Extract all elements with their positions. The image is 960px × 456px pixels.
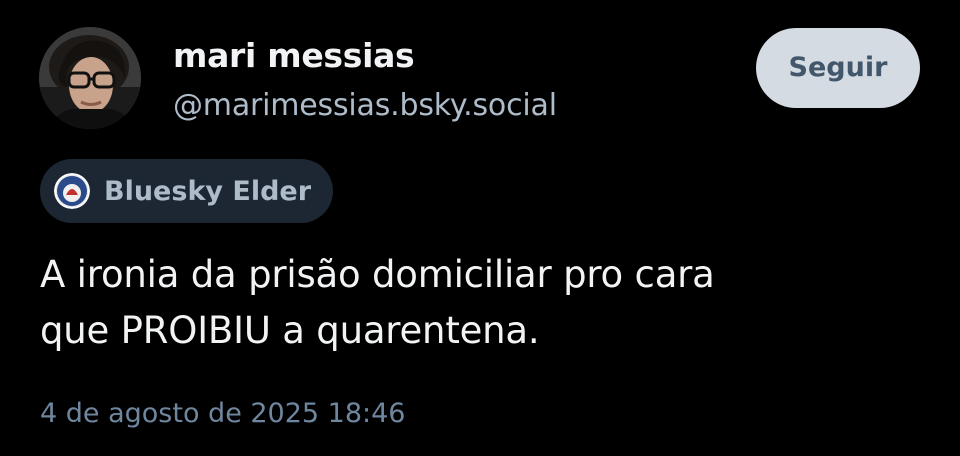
follow-button[interactable]: Seguir	[756, 28, 920, 108]
post-text-line: que PROIBIU a quarentena.	[40, 309, 540, 352]
post-text: A ironia da prisão domiciliar pro cara q…	[40, 247, 920, 359]
avatar-photo-icon	[39, 27, 141, 129]
badge-label: Bluesky Elder	[104, 175, 312, 207]
bluesky-elder-badge[interactable]: Bluesky Elder	[40, 159, 334, 223]
post-text-line: A ironia da prisão domiciliar pro cara	[40, 253, 715, 296]
author-info: mari messias @marimessias.bsky.social	[173, 34, 557, 128]
post-timestamp[interactable]: 4 de agosto de 2025 18:46	[40, 392, 406, 436]
author-display-name[interactable]: mari messias	[173, 34, 557, 78]
author-handle[interactable]: @marimessias.bsky.social	[173, 84, 557, 128]
bluesky-elder-badge-icon	[54, 173, 90, 209]
post-card: mari messias @marimessias.bsky.social Se…	[0, 0, 960, 456]
author-avatar[interactable]	[39, 27, 141, 129]
